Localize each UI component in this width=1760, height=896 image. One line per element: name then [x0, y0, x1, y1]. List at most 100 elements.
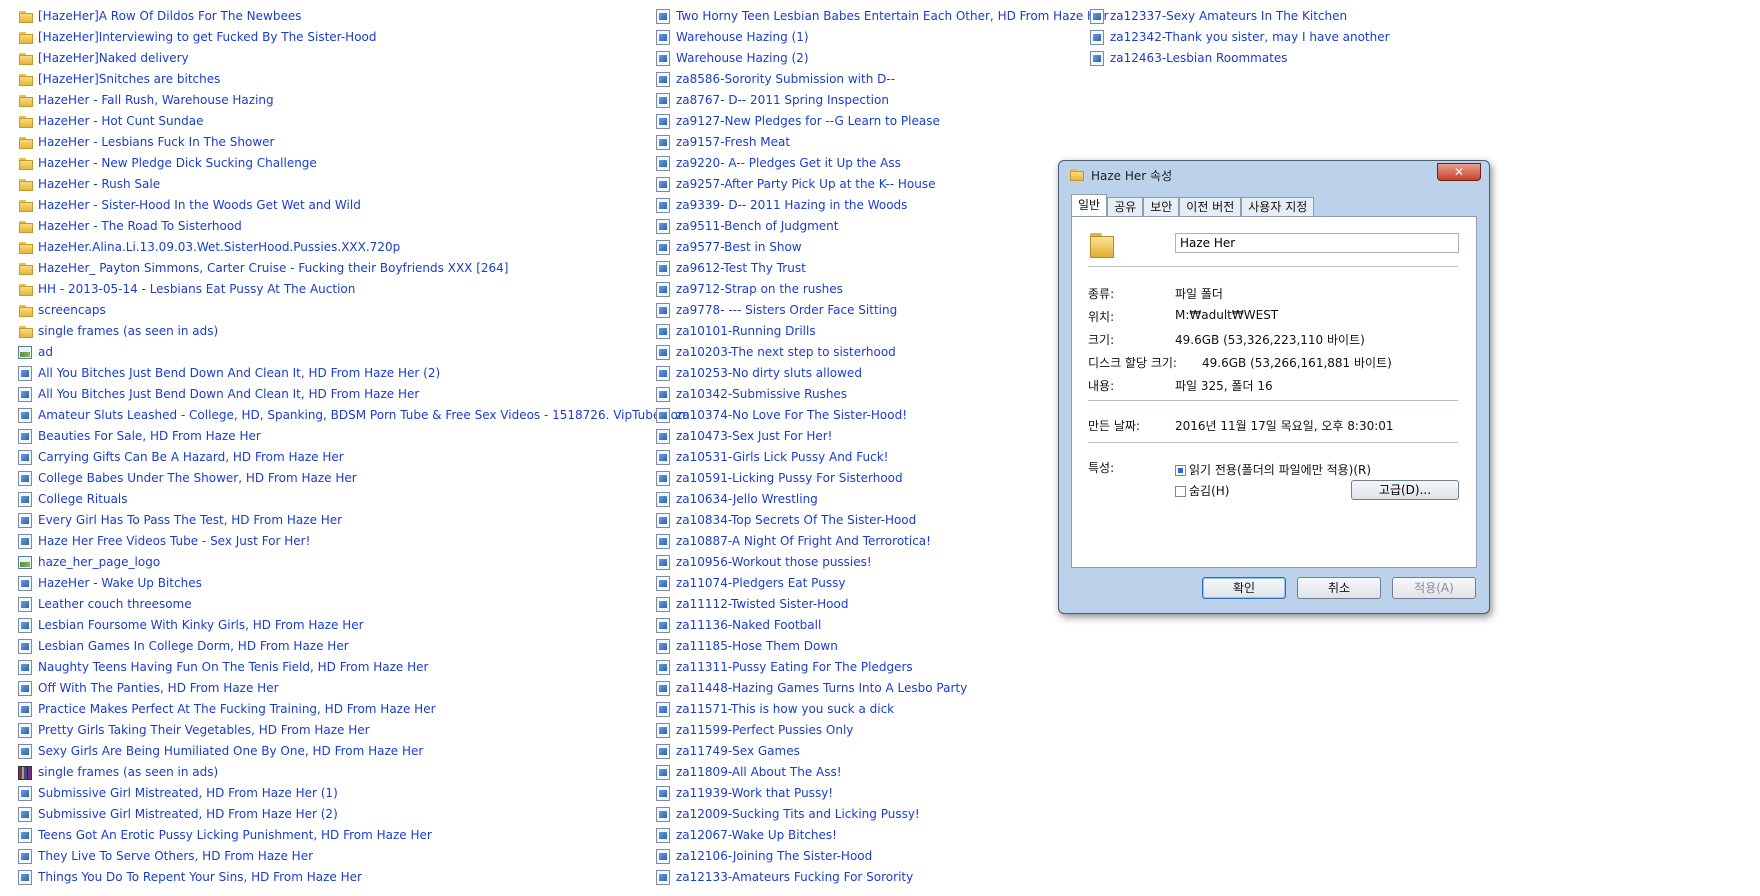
file-item[interactable]: Haze Her Free Videos Tube - Sex Just For… [18, 531, 638, 552]
file-item[interactable]: za10634-Jello Wrestling [656, 489, 1086, 510]
file-item[interactable]: za10834-Top Secrets Of The Sister-Hood [656, 510, 1086, 531]
file-item[interactable]: za11311-Pussy Eating For The Pledgers [656, 657, 1086, 678]
file-item[interactable]: za9257-After Party Pick Up at the K-- Ho… [656, 174, 1086, 195]
folder-item[interactable]: [HazeHer]A Row Of Dildos For The Newbees [18, 6, 638, 27]
checkbox-indeterminate-icon[interactable] [1175, 465, 1186, 476]
file-item[interactable]: Teens Got An Erotic Pussy Licking Punish… [18, 825, 638, 846]
folder-item[interactable]: HazeHer - Hot Cunt Sundae [18, 111, 638, 132]
file-item[interactable]: za9577-Best in Show [656, 237, 1086, 258]
file-item[interactable]: single frames (as seen in ads) [18, 762, 638, 783]
folder-item[interactable]: HazeHer - Rush Sale [18, 174, 638, 195]
file-item[interactable]: za11599-Perfect Pussies Only [656, 720, 1086, 741]
file-item[interactable]: za11749-Sex Games [656, 741, 1086, 762]
file-item[interactable]: za8767- D-- 2011 Spring Inspection [656, 90, 1086, 111]
file-item[interactable]: za10342-Submissive Rushes [656, 384, 1086, 405]
file-item[interactable]: za9127-New Pledges for --G Learn to Plea… [656, 111, 1086, 132]
folder-item[interactable]: HazeHer.Alina.Li.13.09.03.Wet.SisterHood… [18, 237, 638, 258]
file-item[interactable]: Practice Makes Perfect At The Fucking Tr… [18, 699, 638, 720]
file-item[interactable]: za10591-Licking Pussy For Sisterhood [656, 468, 1086, 489]
file-item[interactable]: za10253-No dirty sluts allowed [656, 363, 1086, 384]
file-item[interactable]: haze_her_page_logo [18, 552, 638, 573]
file-item[interactable]: za12133-Amateurs Fucking For Sorority [656, 867, 1086, 888]
tab-general[interactable]: 일반 [1071, 194, 1108, 216]
file-item[interactable]: za10101-Running Drills [656, 321, 1086, 342]
file-item[interactable]: za10203-The next step to sisterhood [656, 342, 1086, 363]
file-item[interactable]: za10531-Girls Lick Pussy And Fuck! [656, 447, 1086, 468]
file-item[interactable]: All You Bitches Just Bend Down And Clean… [18, 384, 638, 405]
tab-security[interactable]: 보안 [1143, 197, 1180, 216]
file-item[interactable]: za11571-This is how you suck a dick [656, 699, 1086, 720]
folder-item[interactable]: single frames (as seen in ads) [18, 321, 638, 342]
file-item[interactable]: za12106-Joining The Sister-Hood [656, 846, 1086, 867]
file-item[interactable]: They Live To Serve Others, HD From Haze … [18, 846, 638, 867]
file-item[interactable]: Amateur Sluts Leashed - College, HD, Spa… [18, 405, 690, 426]
hidden-checkbox[interactable]: 숨김(H) [1175, 482, 1229, 499]
file-item[interactable]: za12067-Wake Up Bitches! [656, 825, 1086, 846]
file-item[interactable]: Sexy Girls Are Being Humiliated One By O… [18, 741, 638, 762]
file-item[interactable]: za11112-Twisted Sister-Hood [656, 594, 1086, 615]
file-item[interactable]: za10374-No Love For The Sister-Hood! [656, 405, 1086, 426]
folder-item[interactable]: HazeHer - Sister-Hood In the Woods Get W… [18, 195, 638, 216]
folder-item[interactable]: HazeHer - New Pledge Dick Sucking Challe… [18, 153, 638, 174]
file-item[interactable]: za11448-Hazing Games Turns Into A Lesbo … [656, 678, 1086, 699]
folder-item[interactable]: screencaps [18, 300, 638, 321]
folder-item[interactable]: HH - 2013-05-14 - Lesbians Eat Pussy At … [18, 279, 638, 300]
file-item[interactable]: za10887-A Night Of Fright And Terrorotic… [656, 531, 1086, 552]
file-item[interactable]: za12337-Sexy Amateurs In The Kitchen [1090, 6, 1370, 27]
file-item[interactable]: za11136-Naked Football [656, 615, 1086, 636]
tab-previous-versions[interactable]: 이전 버전 [1179, 197, 1242, 216]
file-item[interactable]: Carrying Gifts Can Be A Hazard, HD From … [18, 447, 638, 468]
file-item[interactable]: za9612-Test Thy Trust [656, 258, 1086, 279]
file-item[interactable]: za11185-Hose Them Down [656, 636, 1086, 657]
file-item[interactable]: Beauties For Sale, HD From Haze Her [18, 426, 638, 447]
file-item[interactable]: Two Horny Teen Lesbian Babes Entertain E… [656, 6, 1108, 27]
file-item[interactable]: za11809-All About The Ass! [656, 762, 1086, 783]
apply-button[interactable]: 적용(A) [1392, 577, 1476, 599]
file-item[interactable]: Warehouse Hazing (1) [656, 27, 1086, 48]
file-item[interactable]: HazeHer - Wake Up Bitches [18, 573, 638, 594]
file-item[interactable]: za9220- A-- Pledges Get it Up the Ass [656, 153, 1086, 174]
folder-name-input[interactable]: Haze Her [1175, 233, 1459, 253]
file-item[interactable]: Off With The Panties, HD From Haze Her [18, 678, 638, 699]
file-item[interactable]: Leather couch threesome [18, 594, 638, 615]
file-item[interactable]: College Babes Under The Shower, HD From … [18, 468, 638, 489]
file-item[interactable]: Naughty Teens Having Fun On The Tenis Fi… [18, 657, 638, 678]
file-item[interactable]: za10956-Workout those pussies! [656, 552, 1086, 573]
folder-item[interactable]: [HazeHer]Snitches are bitches [18, 69, 638, 90]
ok-button[interactable]: 확인 [1202, 577, 1286, 599]
folder-item[interactable]: [HazeHer]Naked delivery [18, 48, 638, 69]
close-button[interactable]: ✕ [1437, 163, 1481, 181]
folder-item[interactable]: HazeHer - Lesbians Fuck In The Shower [18, 132, 638, 153]
tab-sharing[interactable]: 공유 [1107, 197, 1144, 216]
file-item[interactable]: Warehouse Hazing (2) [656, 48, 1086, 69]
file-item[interactable]: za9339- D-- 2011 Hazing in the Woods [656, 195, 1086, 216]
folder-item[interactable]: HazeHer_ Payton Simmons, Carter Cruise -… [18, 258, 638, 279]
file-item[interactable]: za9778- --- Sisters Order Face Sitting [656, 300, 1086, 321]
file-item[interactable]: Things You Do To Repent Your Sins, HD Fr… [18, 867, 638, 888]
checkbox-icon[interactable] [1175, 486, 1186, 497]
file-item[interactable]: za9511-Bench of Judgment [656, 216, 1086, 237]
file-item[interactable]: Every Girl Has To Pass The Test, HD From… [18, 510, 638, 531]
file-item[interactable]: za12342-Thank you sister, may I have ano… [1090, 27, 1390, 48]
file-item[interactable]: ad [18, 342, 638, 363]
file-item[interactable]: za12463-Lesbian Roommates [1090, 48, 1370, 69]
file-item[interactable]: za12009-Sucking Tits and Licking Pussy! [656, 804, 1086, 825]
folder-item[interactable]: HazeHer - The Road To Sisterhood [18, 216, 638, 237]
dialog-titlebar[interactable]: Haze Her 속성 [1059, 161, 1489, 189]
readonly-checkbox[interactable]: 읽기 전용(폴더의 파일에만 적용)(R) [1175, 461, 1371, 478]
advanced-button[interactable]: 고급(D)... [1351, 480, 1459, 500]
file-item[interactable]: za9712-Strap on the rushes [656, 279, 1086, 300]
folder-item[interactable]: HazeHer - Fall Rush, Warehouse Hazing [18, 90, 638, 111]
tab-customize[interactable]: 사용자 지정 [1241, 197, 1315, 216]
file-item[interactable]: College Rituals [18, 489, 638, 510]
folder-item[interactable]: [HazeHer]Interviewing to get Fucked By T… [18, 27, 638, 48]
file-item[interactable]: za11939-Work that Pussy! [656, 783, 1086, 804]
file-item[interactable]: Pretty Girls Taking Their Vegetables, HD… [18, 720, 638, 741]
file-item[interactable]: za9157-Fresh Meat [656, 132, 1086, 153]
file-item[interactable]: za10473-Sex Just For Her! [656, 426, 1086, 447]
file-item[interactable]: Submissive Girl Mistreated, HD From Haze… [18, 783, 638, 804]
file-item[interactable]: Lesbian Foursome With Kinky Girls, HD Fr… [18, 615, 638, 636]
file-item[interactable]: Submissive Girl Mistreated, HD From Haze… [18, 804, 638, 825]
file-item[interactable]: za8586-Sorority Submission with D-- [656, 69, 1086, 90]
file-item[interactable]: All You Bitches Just Bend Down And Clean… [18, 363, 638, 384]
